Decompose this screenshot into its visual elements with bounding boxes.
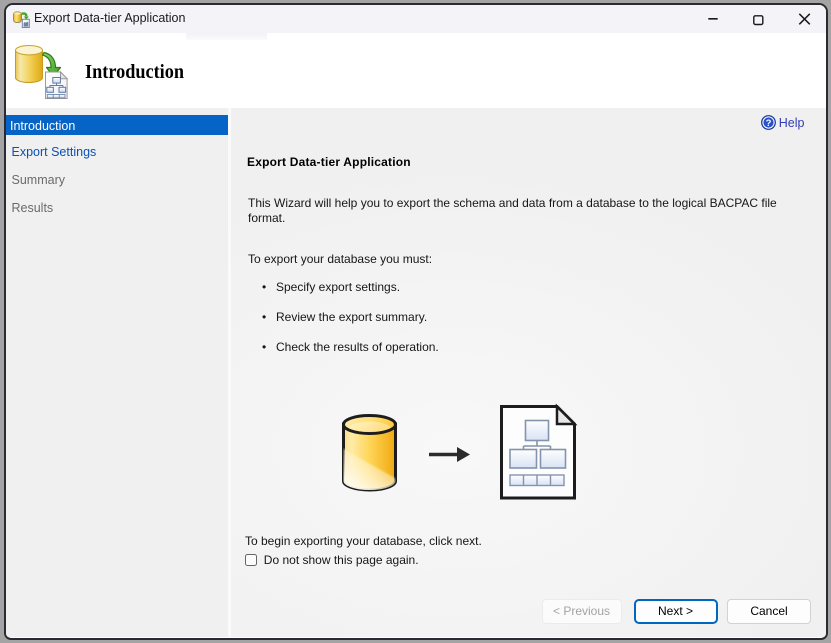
svg-text:?: ? [765, 118, 771, 129]
